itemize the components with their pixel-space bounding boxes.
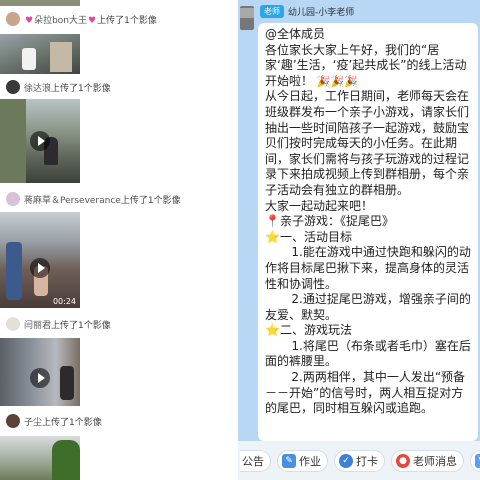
homework-button[interactable]: ✎ 作业 [277, 449, 328, 472]
section-heading: 一、活动目标 [279, 229, 352, 244]
message-text: 2.通过捉尾巴游戏，增强亲子间的友爱、默契。 [265, 292, 471, 322]
message-text: 2.两两相伴，其中一人发出“预备－－开始”的信号时，两人相互捉对方的尾巴，同时相… [265, 370, 466, 416]
video-thumbnail[interactable] [0, 338, 80, 406]
video-thumbnail[interactable]: 00:24 [0, 212, 80, 308]
message-bubble[interactable]: @全体成员 各位家长大家上午好，我们的“居家‘趣’生活，‘疫’起共成长”的线上活… [258, 23, 478, 441]
heart-icon: ♥ [25, 15, 34, 26]
checkin-icon: ✓ [339, 453, 353, 468]
upload-action: 上传了1个影像 [120, 195, 181, 206]
pin-icon: 📍 [265, 214, 280, 229]
avatar[interactable] [6, 12, 20, 26]
play-icon[interactable] [30, 368, 50, 388]
upload-action: 上传了1个影像 [97, 15, 157, 26]
teacher-message-button[interactable]: ● 老师消息 [391, 449, 464, 472]
more-button[interactable]: ▼ [470, 449, 480, 472]
video-thumbnail[interactable] [0, 436, 80, 480]
message-text: 各位家长大家上午好，我们的“居家‘趣’生活，‘疫’起共成长”的线上活动开始啦！ [265, 42, 467, 88]
avatar[interactable] [6, 317, 20, 331]
checkin-button[interactable]: ✓ 打卡 [334, 449, 385, 472]
announcement-button[interactable]: 公告 [240, 449, 271, 472]
avatar[interactable] [6, 414, 20, 428]
upload-action: 上传了1个影像 [51, 320, 111, 331]
heart-icon: ♥ [88, 15, 97, 26]
message-text: 1.能在游戏中通过快跑和躲闪的动作将目标尾巴揪下来，提高身体的灵活性和协调性。 [265, 245, 471, 291]
upload-action: 上传了1个影像 [51, 83, 111, 94]
upload-feed: ♥朵拉bon大王♥上传了1个影像 徐达浪上传了1个影像 蒋麻草＆Persever… [0, 0, 238, 480]
avatar[interactable] [6, 80, 20, 94]
announcement-label: 公告 [242, 454, 264, 468]
role-badge: 老师 [260, 4, 284, 18]
uploader-name: 子尘 [24, 417, 43, 428]
uploader-name: 徐达浪 [24, 83, 52, 94]
video-thumbnail[interactable] [0, 0, 80, 6]
feed-entry-header: 闫丽君上传了1个影像 [6, 315, 111, 333]
video-thumbnail[interactable] [0, 99, 80, 183]
message-text: 大家一起动起来吧！ [265, 198, 374, 213]
chat-pane: 老师 幼儿园-小李老师 @全体成员 各位家长大家上午好，我们的“居家‘趣’生活，… [238, 0, 480, 480]
sender-line: 老师 幼儿园-小李老师 [260, 4, 354, 18]
section-heading: 二、游戏玩法 [279, 323, 352, 338]
checkin-label: 打卡 [356, 454, 378, 468]
message-text: 亲子游戏：《捉尾巴》 [279, 214, 394, 229]
feed-entry-header: 徐达浪上传了1个影像 [6, 78, 111, 96]
bottom-toolbar: 公告 ✎ 作业 ✓ 打卡 ● 老师消息 ▼ [238, 441, 480, 480]
play-icon[interactable] [30, 258, 50, 278]
teacher-message-icon: ● [396, 453, 410, 468]
avatar[interactable] [6, 192, 20, 206]
more-icon: ▼ [475, 453, 480, 468]
uploader-name: 蒋麻草＆Perseverance [24, 195, 121, 206]
feed-entry-header: 蒋麻草＆Perseverance上传了1个影像 [6, 190, 181, 208]
star-icon: ⭐ [265, 323, 280, 338]
video-duration: 00:24 [52, 297, 76, 306]
feed-entry-header: 子尘上传了1个影像 [6, 412, 102, 430]
homework-icon: ✎ [282, 453, 296, 468]
sender-name[interactable]: 幼儿园-小李老师 [288, 5, 354, 18]
uploader-name: 闫丽君 [24, 320, 52, 331]
mention-all[interactable]: @全体成员 [265, 27, 472, 43]
avatar[interactable] [240, 6, 254, 30]
uploader-name: 朵拉bon大王 [34, 15, 88, 26]
video-thumbnail[interactable] [0, 34, 80, 74]
message-text: 1.将尾巴（布条或者毛巾）塞在后面的裤腰里。 [265, 338, 471, 369]
party-popper-icon: 🎉🎉🎉 [316, 74, 358, 88]
upload-action: 上传了1个影像 [42, 417, 102, 428]
star-icon: ⭐ [265, 229, 280, 244]
message-text: 从今日起，工作日期间，老师每天会在班级群发布一个亲子小游戏，请家长们抽出一些时间… [265, 89, 470, 197]
teacher-message-label: 老师消息 [413, 454, 457, 468]
homework-label: 作业 [299, 454, 321, 468]
feed-entry-header: ♥朵拉bon大王♥上传了1个影像 [6, 10, 157, 28]
play-icon[interactable] [30, 131, 50, 151]
